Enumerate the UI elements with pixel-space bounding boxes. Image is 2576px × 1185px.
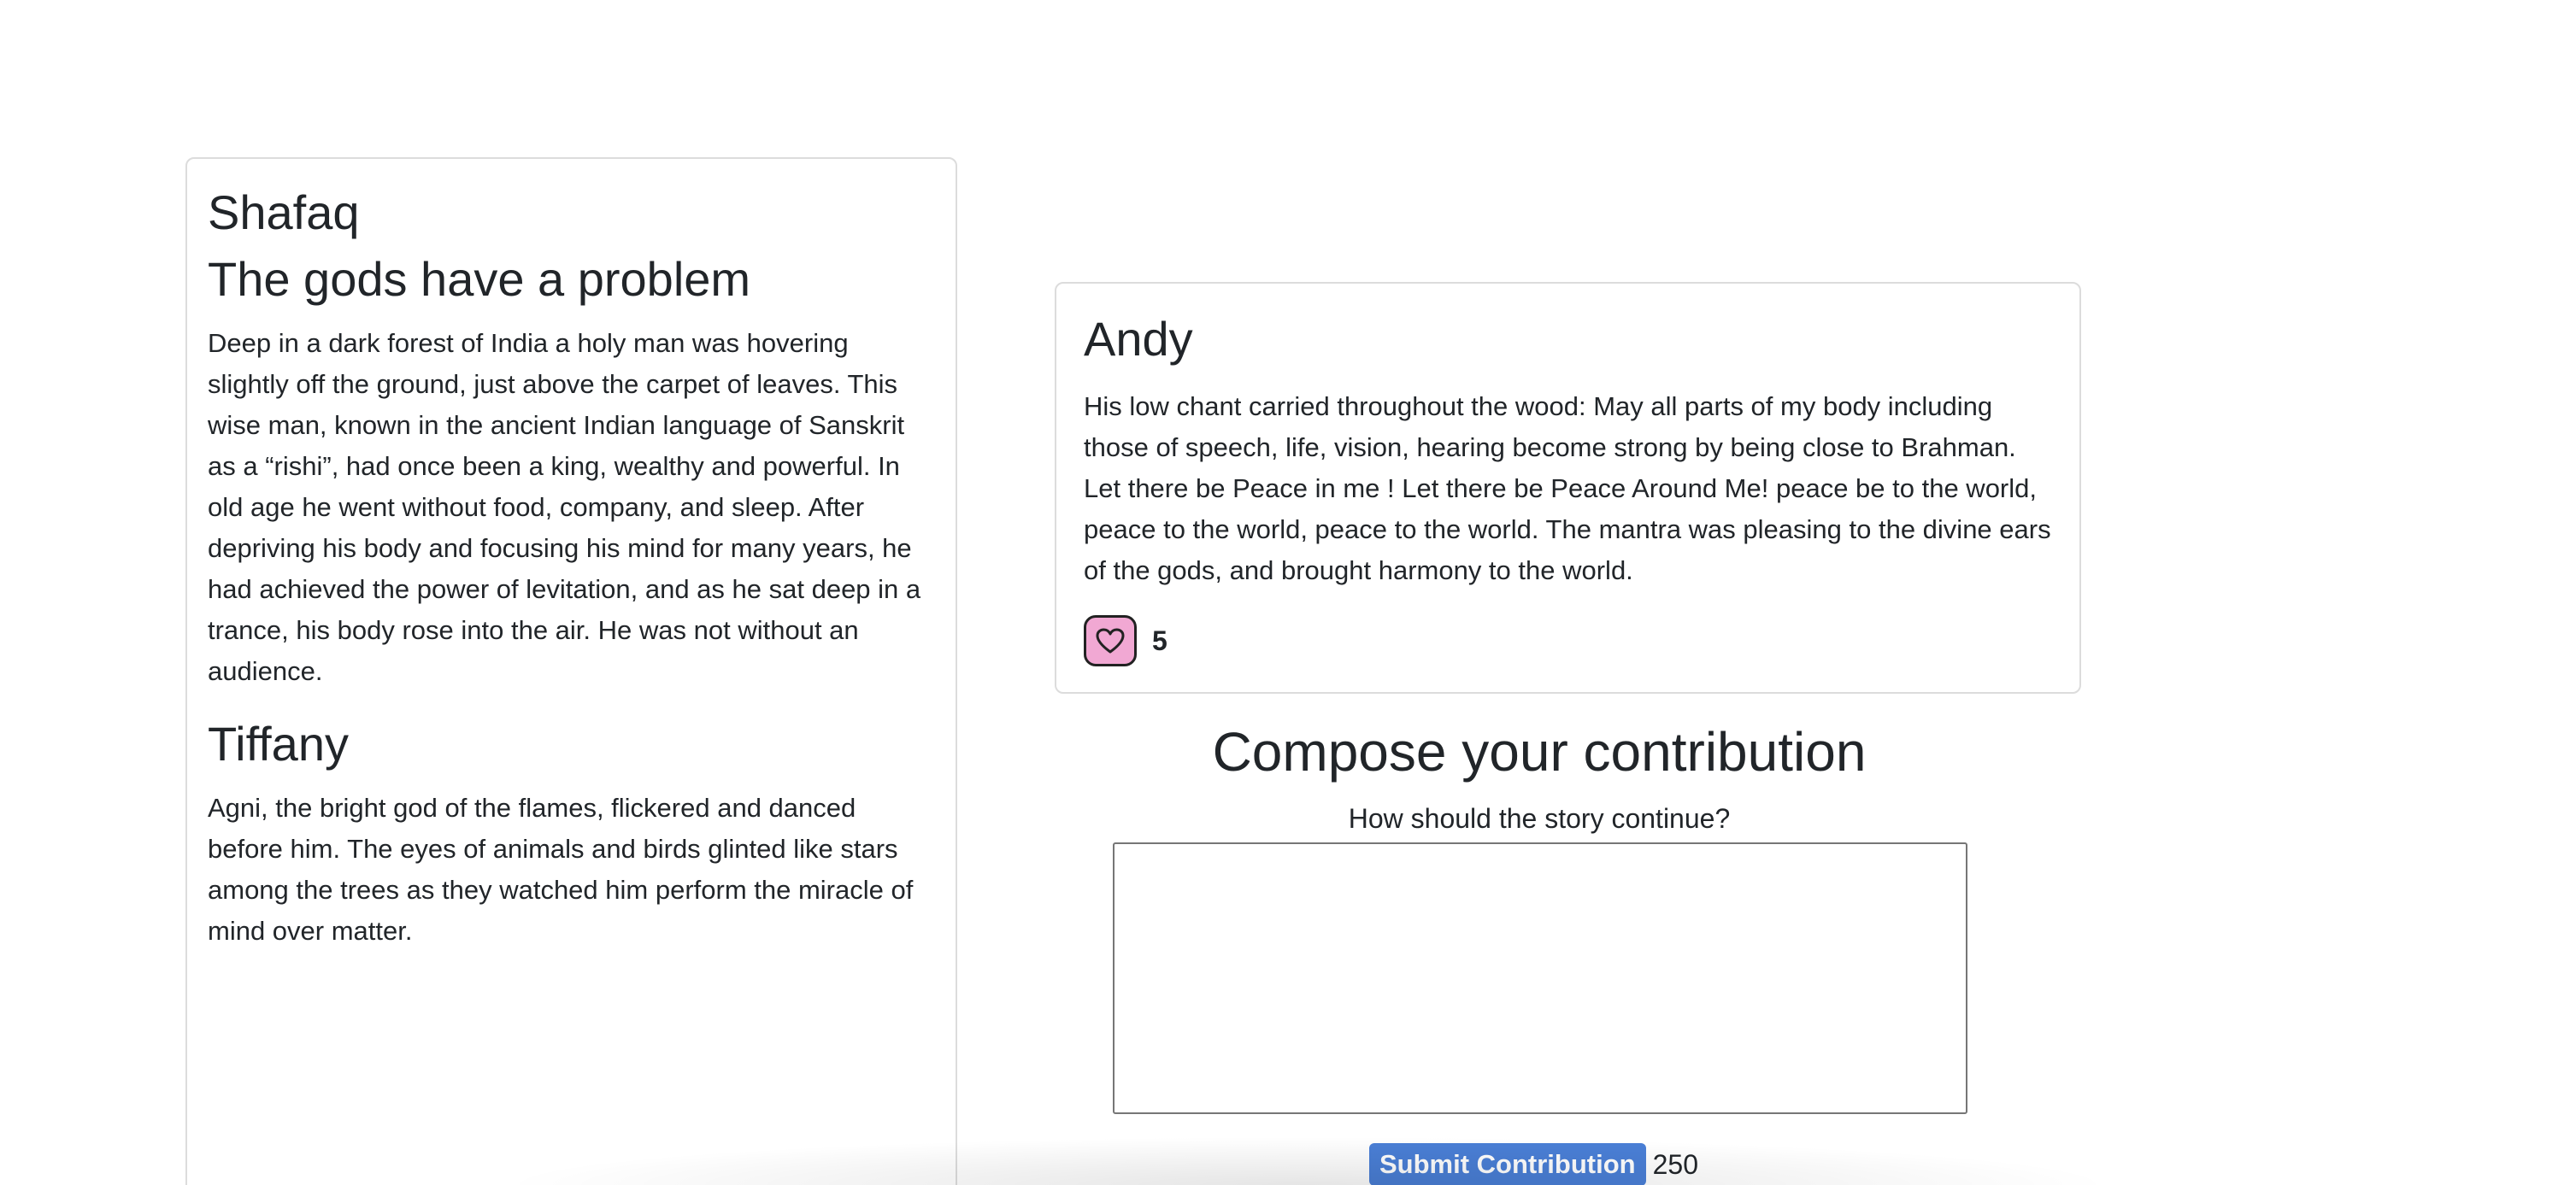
story-paragraph-2: Agni, the bright god of the flames, flic… bbox=[208, 793, 914, 946]
story-title: The gods have a problem bbox=[208, 252, 751, 306]
heart-icon bbox=[1096, 628, 1125, 654]
author-name-tiffany: Tiffany bbox=[208, 717, 349, 771]
compose-heading: Compose your contribution bbox=[1212, 721, 1867, 783]
like-button[interactable] bbox=[1084, 615, 1137, 666]
story-page: Shafaq The gods have a problem Deep in a… bbox=[0, 0, 2576, 1185]
contribution-author: Andy bbox=[1084, 312, 1193, 366]
story-paragraph-1: Deep in a dark forest of India a holy ma… bbox=[208, 328, 921, 686]
character-count: 250 bbox=[1652, 1148, 1698, 1180]
author-name-shafaq: Shafaq bbox=[208, 185, 360, 239]
contribution-text: His low chant carried throughout the woo… bbox=[1084, 391, 2051, 585]
like-row: 5 bbox=[1084, 615, 2052, 666]
contribution-card: Andy His low chant carried throughout th… bbox=[1055, 282, 2081, 694]
submit-row: Submit Contribution 250 bbox=[1369, 1143, 1698, 1185]
story-card: Shafaq The gods have a problem Deep in a… bbox=[185, 157, 957, 1185]
like-count: 5 bbox=[1152, 625, 1167, 656]
contribution-textarea[interactable] bbox=[1113, 842, 1967, 1114]
submit-contribution-button[interactable]: Submit Contribution bbox=[1369, 1143, 1646, 1185]
compose-prompt: How should the story continue? bbox=[1348, 803, 1731, 834]
